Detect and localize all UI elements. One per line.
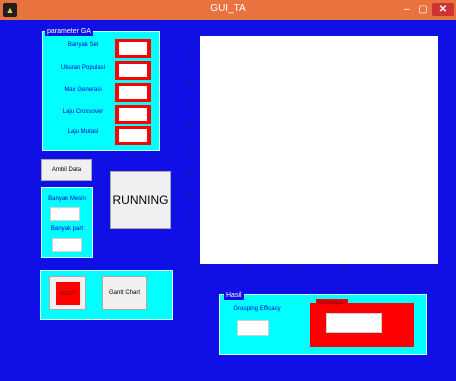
chart-axes[interactable]: 0 0.1 0.2 0.3 0.4 0.5 0.6 0.7 0.8 0.9 1 0 0.2 0.4 0.6… (172, 28, 448, 274)
y-tick-label: 0.5 (186, 147, 193, 153)
reset-button-frame: RESET (49, 276, 86, 310)
y-tick-label: 0.2 (186, 215, 193, 222)
max-generasi-label: Max Generasi (64, 87, 102, 93)
hasil-panel: Hasil Grouping Efficacy Makespan (219, 291, 427, 355)
laju-crossover-input[interactable] (115, 105, 151, 124)
banyak-part-label: Banyak part (50, 226, 84, 232)
window-title: GUI_TA (210, 3, 246, 14)
close-button[interactable]: ✕ (432, 3, 454, 16)
y-tick-label: 0.8 (186, 78, 193, 85)
machine-part-panel: Banyak Mesin Banyak part (41, 187, 93, 258)
reset-gantt-panel: RESET Gantt Chart (40, 270, 173, 320)
grouping-efficacy-label: Grouping Efficacy (233, 306, 281, 312)
x-tick-label: 0.6 (339, 266, 347, 272)
y-tick-label: 0.9 (186, 55, 193, 62)
laju-crossover-label: Laju Crossover (62, 109, 104, 115)
banyak-mesin-label: Banyak Mesin (48, 196, 86, 202)
parameter-ga-panel: parameter GA Banyak Sel Ukuran Populasi … (42, 27, 160, 151)
y-tick-label: 0.4 (186, 169, 193, 176)
max-generasi-input[interactable] (115, 83, 151, 102)
x-tick-label: 1 (435, 266, 438, 272)
running-button[interactable]: RUNNING (110, 171, 171, 229)
banyak-part-input[interactable] (52, 238, 82, 252)
ambil-data-button[interactable]: Ambil Data (41, 159, 92, 181)
ukuran-populasi-label: Ukuran Populasi (60, 65, 106, 71)
x-tick-label: 0 (197, 266, 200, 272)
y-tick-label: 0.3 (186, 192, 193, 199)
parameter-ga-title: parameter GA (45, 27, 93, 36)
banyak-mesin-input[interactable] (50, 207, 80, 221)
y-tick-label: 0.7 (186, 101, 193, 108)
axes-plot-area (200, 36, 438, 264)
x-tick-label: 0.8 (387, 266, 395, 272)
title-bar: ▲ GUI_TA – ▢ ✕ (0, 0, 456, 20)
y-tick-label: 0.6 (186, 124, 193, 131)
grouping-efficacy-output (237, 320, 269, 336)
makespan-output (326, 313, 382, 333)
banyak-sel-input[interactable] (115, 39, 151, 58)
y-tick-label: 0.1 (186, 238, 193, 245)
laju-mutasi-label: Laju Mutasi (67, 129, 99, 135)
y-tick-label: 0 (186, 261, 189, 267)
laju-mutasi-input[interactable] (115, 126, 151, 145)
y-tick-label: 1 (186, 33, 189, 39)
reset-button[interactable]: RESET (56, 282, 80, 305)
x-tick-label: 0.2 (244, 266, 252, 272)
gantt-chart-button[interactable]: Gantt Chart (102, 276, 147, 310)
minimize-button[interactable]: – (400, 3, 414, 16)
hasil-title: Hasil (224, 291, 244, 300)
makespan-title: Makespan (316, 299, 348, 308)
maximize-button[interactable]: ▢ (416, 3, 430, 16)
makespan-panel: Makespan (310, 299, 414, 347)
x-tick-label: 0.4 (292, 266, 300, 272)
banyak-sel-label: Banyak Sel (67, 42, 99, 48)
ukuran-populasi-input[interactable] (115, 61, 151, 80)
